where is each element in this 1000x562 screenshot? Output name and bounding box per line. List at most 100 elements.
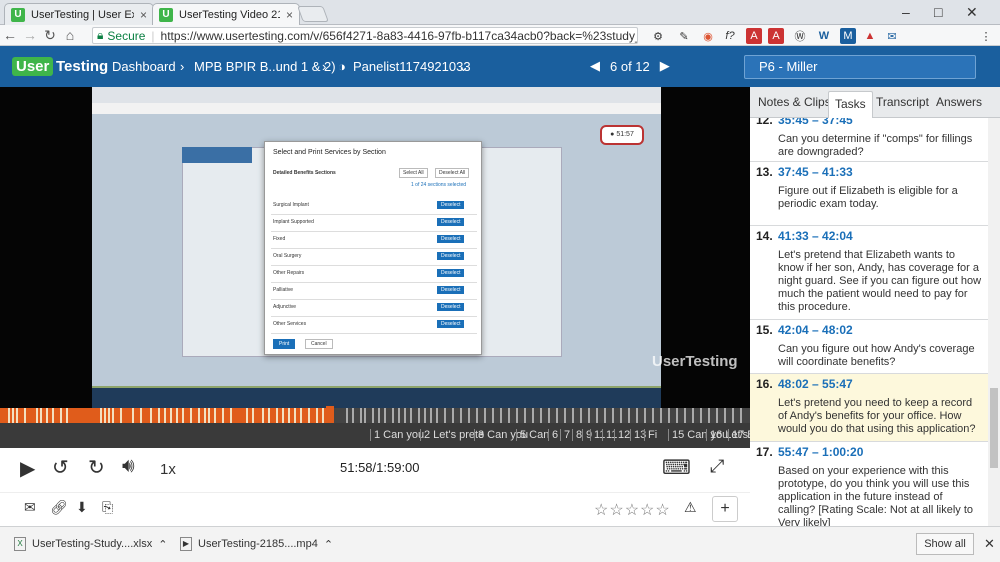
link-icon[interactable]: 🔗︎ [50,499,68,516]
chevron-up-icon[interactable]: ⌃ [158,538,167,551]
task-item[interactable]: 12. 35:45 – 37:45 Can you determine if "co… [750,118,988,162]
deselect-all-button[interactable]: Deselect All [435,168,470,178]
w-icon[interactable]: W [816,28,832,44]
deselect-row-button[interactable]: Deselect [437,303,465,311]
rating-stars[interactable]: ☆☆☆☆☆ [594,500,671,520]
playback-speed[interactable]: 1x [160,461,176,478]
browser-tab-2[interactable]: U UserTesting Video 2185 × [152,3,300,25]
task-range[interactable]: 55:47 – 1:00:20 [778,445,863,459]
task-marker[interactable]: 5 Can [516,429,549,441]
next-video-icon[interactable]: ▶ [660,58,670,74]
task-range[interactable]: 41:33 – 42:04 [778,229,853,243]
prev-video-icon[interactable]: ◀ [590,58,600,74]
rewind-5-icon[interactable]: ↺ [52,455,69,480]
menu-icon[interactable]: ⋮ [978,28,994,44]
timeline-tick [140,408,142,423]
forward-5-icon[interactable]: ↻ [88,455,105,480]
deselect-row-button[interactable]: Deselect [437,201,465,209]
logo-user[interactable]: User [12,57,54,76]
download-item-xlsx[interactable]: X UserTesting-Study....xlsx ⌃ [14,537,167,551]
timeline-tick [556,408,558,423]
forward-icon[interactable]: → [20,27,40,43]
logo-testing[interactable]: Testing [56,58,108,75]
print-button[interactable]: Print [273,339,296,349]
minimize-icon[interactable]: – [902,4,910,20]
download-icon[interactable]: ⬇ [76,499,88,516]
close-download-bar-icon[interactable]: ✕ [984,536,995,552]
download-item-mp4[interactable]: ▶ UserTesting-2185....mp4 ⌃ [180,537,333,551]
breadcrumb-panelist[interactable]: Panelist1174921033 [353,59,471,74]
reload-icon[interactable]: ↻ [40,27,60,44]
task-marker[interactable]: 17 Ba [728,429,750,441]
tab-transcript[interactable]: Transcript [876,95,929,109]
task-item[interactable]: 17. 55:47 – 1:00:20 Based on your experien… [750,442,988,526]
task-range[interactable]: 35:45 – 37:45 [778,118,853,127]
task-marker[interactable]: 1 Can you [370,429,424,441]
task-item[interactable]: 13. 37:45 – 41:33 Figure out if Elizabeth … [750,162,988,226]
task-item[interactable]: 14. 41:33 – 42:04 Let's pretend that Eliza… [750,226,988,320]
task-item[interactable]: 16. 48:02 – 55:47 Let's pretend you need t… [750,374,988,442]
warning-icon[interactable]: ⚠ [684,499,697,516]
scrollbar-thumb[interactable] [990,388,998,468]
task-num: 13. [756,165,773,179]
cancel-button[interactable]: Cancel [305,339,333,349]
task-range[interactable]: 37:45 – 41:33 [778,165,853,179]
mail-icon[interactable]: ✉ [884,28,900,44]
select-all-button[interactable]: Select All [399,168,428,178]
deselect-row-button[interactable]: Deselect [437,286,465,294]
task-marker[interactable]: 8 [572,429,582,441]
tab-tasks[interactable]: Tasks [828,91,873,119]
fx-icon[interactable]: f? [722,28,738,44]
modal-row: Other Repairs Deselect [271,266,477,283]
show-all-button[interactable]: Show all [916,533,974,555]
breadcrumb-study[interactable]: MPB BPIR B..und 1 & 2) [194,59,336,74]
deselect-row-button[interactable]: Deselect [437,320,465,328]
new-tab-button[interactable] [297,6,329,22]
timeline-tick [214,408,216,423]
volume-icon[interactable]: 🔊︎ [122,455,135,478]
timeline-tick [676,408,678,423]
task-range[interactable]: 42:04 – 48:02 [778,323,853,337]
tab-notes-clips[interactable]: Notes & Clips [758,95,831,109]
back-icon[interactable]: ← [0,27,20,43]
task-marker[interactable]: 6 [548,429,558,441]
url-field[interactable]: 🔒︎ Secure | https://www.usertesting.com/… [92,27,638,44]
task-marker[interactable]: Fi [644,429,657,441]
play-icon[interactable]: ▶ [20,456,35,481]
pdf-icon[interactable]: A [768,28,784,44]
task-item[interactable]: 15. 42:04 – 48:02 Can you figure out how A… [750,320,988,374]
video-player[interactable]: Select and Print Services by Section Det… [0,87,750,408]
close-tab-icon[interactable]: × [286,8,293,22]
gear-icon[interactable]: ⚙ [650,28,666,44]
timeline-tick [322,408,324,423]
eyedropper-icon[interactable]: ✎ [676,28,692,44]
task-marker[interactable]: 12 [614,429,630,441]
add-clip-button[interactable]: + [712,496,738,522]
deselect-row-button[interactable]: Deselect [437,269,465,277]
keyboard-icon[interactable]: ⌨ [662,455,691,480]
close-window-icon[interactable]: ✕ [966,4,978,21]
m-icon[interactable]: M [840,28,856,44]
chevron-down-icon[interactable]: ⌄ [458,59,469,75]
deselect-row-button[interactable]: Deselect [437,218,465,226]
task-marker[interactable]: 7 [560,429,570,441]
fullscreen-icon[interactable]: ⤢ [710,456,724,477]
bookmark-icon[interactable]: ▲ [862,28,878,44]
maximize-icon[interactable]: □ [934,4,942,20]
export-icon[interactable]: ⎘ [102,499,113,516]
deselect-row-button[interactable]: Deselect [437,252,465,260]
deselect-row-button[interactable]: Deselect [437,235,465,243]
wordpress-icon[interactable]: Ⓦ [792,28,808,44]
task-range[interactable]: 48:02 – 55:47 [778,377,853,391]
chevron-up-icon[interactable]: ⌃ [324,538,333,551]
color-wheel-icon[interactable]: ◉ [700,28,716,44]
timeline-tick [262,408,264,423]
pdf-icon[interactable]: A [746,28,762,44]
home-icon[interactable]: ⌂ [60,27,80,43]
breadcrumb-dashboard[interactable]: Dashboard [112,59,176,74]
browser-tab-1[interactable]: U UserTesting | User Expe × [4,3,154,25]
close-tab-icon[interactable]: × [140,8,147,22]
tab-answers[interactable]: Answers [936,95,982,109]
email-icon[interactable]: ✉ [24,499,36,516]
timeline-tick [16,408,18,423]
